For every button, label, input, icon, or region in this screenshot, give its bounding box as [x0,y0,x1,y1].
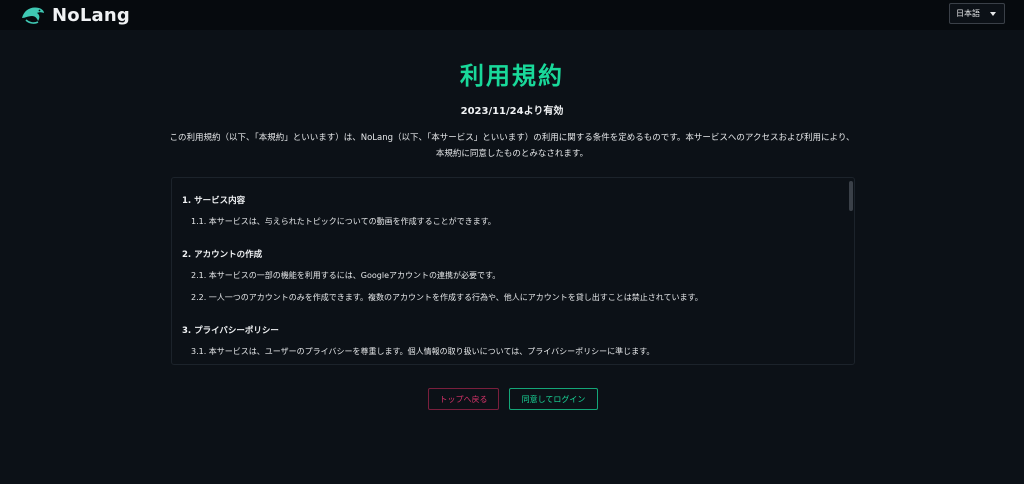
terms-section: 3. プライバシーポリシー 3.1. 本サービスは、ユーザーのプライバシーを尊重… [182,324,842,358]
scrollbar-thumb[interactable] [849,181,853,211]
terms-intro: この利用規約（以下、「本規約」といいます）は、NoLang（以下、「本サービス」… [169,133,855,159]
language-selected-label: 日本語 [956,9,980,18]
terms-section: 2. アカウントの作成 2.1. 本サービスの一部の機能を利用するには、Goog… [182,248,842,304]
section-heading: 1. サービス内容 [182,196,246,206]
dolphin-logo-icon [20,4,46,26]
terms-scroll-panel[interactable]: 1. サービス内容 1.1. 本サービスは、与えられたトピックについての動画を作… [171,177,855,365]
chevron-down-icon [990,12,996,16]
clause-text: 3.1. 本サービスは、ユーザーのプライバシーを尊重します。個人情報の取り扱いに… [191,347,655,356]
section-heading: 3. プライバシーポリシー [182,326,279,336]
agree-and-login-button[interactable]: 同意してログイン [509,388,598,410]
back-to-top-button[interactable]: トップへ戻る [428,388,499,410]
clause-text: 2.2. 一人一つのアカウントのみを作成できます。複数のアカウントを作成する行為… [191,293,703,302]
effective-date: 2023/11/24より有効 [460,106,564,117]
brand-name: NoLang [52,4,130,26]
page-title: 利用規約 [460,62,564,90]
language-select[interactable]: 日本語 [949,3,1005,24]
clause-text: 2.1. 本サービスの一部の機能を利用するには、Googleアカウントの連携が必… [191,271,501,280]
brand-logo[interactable]: NoLang [20,3,130,27]
top-navigation-bar: NoLang 日本語 [0,0,1024,30]
clause-text: 1.1. 本サービスは、与えられたトピックについての動画を作成することができます… [191,217,496,226]
terms-section: 1. サービス内容 1.1. 本サービスは、与えられたトピックについての動画を作… [182,194,842,228]
section-heading: 2. アカウントの作成 [182,250,263,260]
terms-content: 1. サービス内容 1.1. 本サービスは、与えられたトピックについての動画を作… [182,194,842,364]
